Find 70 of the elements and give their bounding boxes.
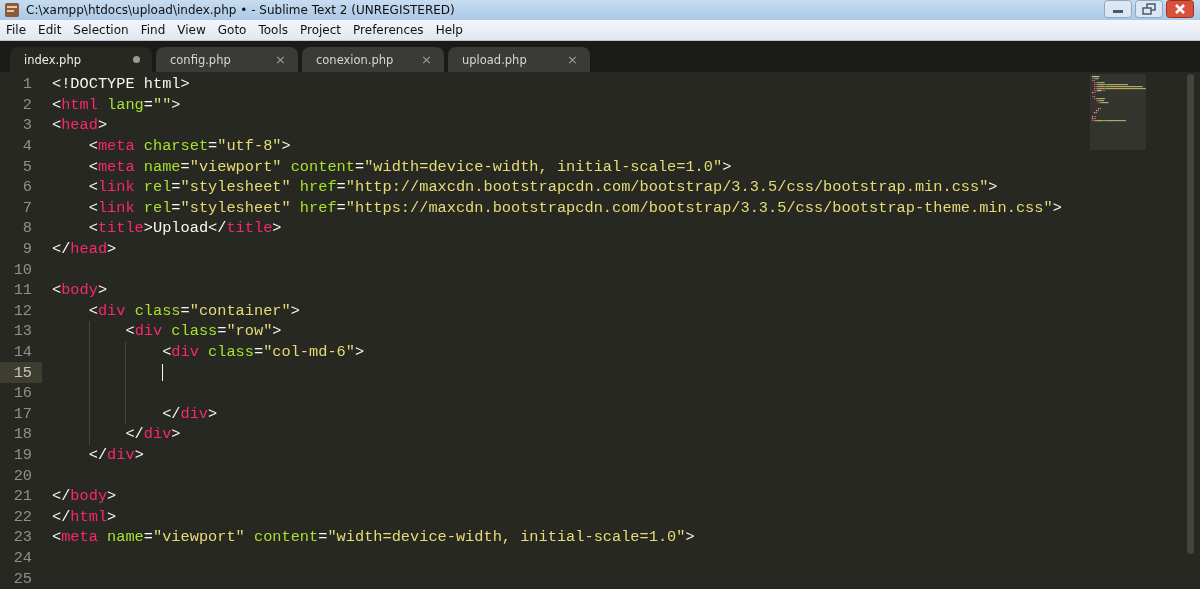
unsaved-dot-icon: [133, 56, 140, 63]
line-number: 1: [21, 74, 33, 95]
line-number: 14: [12, 342, 33, 363]
code-line: <meta name="viewport" content="width=device-width, initial-scale=1.0">: [87, 157, 732, 176]
menu-item[interactable]: File: [6, 23, 27, 37]
menu-item[interactable]: Preferences: [353, 23, 424, 37]
line-number: 2: [21, 94, 33, 116]
code-line: <link rel="stylesheet" href="https://maxcdn.bootstrapcdn.com/bootstrap/3.3.5/css/bootstrap-theme.min.css">: [87, 198, 1062, 217]
close-tab-button[interactable]: ×: [275, 52, 286, 67]
line-number: 22: [12, 506, 33, 528]
tab[interactable]: upload.php ×: [448, 47, 590, 72]
close-tab-button[interactable]: ×: [421, 52, 432, 67]
code-line: <meta charset="utf-8">: [87, 137, 291, 156]
menu-item[interactable]: View: [177, 23, 206, 37]
line-number: 15: [0, 362, 42, 383]
code-line: </div>: [124, 425, 181, 444]
scrollbar[interactable]: [1187, 74, 1194, 554]
line-number: 8: [21, 218, 33, 239]
code-line: <meta name="viewport" content="width=device-width, initial-scale=1.0">: [52, 528, 695, 547]
line-number: 19: [12, 445, 33, 466]
tab[interactable]: config.php ×: [156, 47, 298, 72]
restore-icon[interactable]: [1135, 0, 1163, 18]
code-line: <title>Upload</title>: [87, 219, 282, 238]
code-line: <div class="row">: [124, 322, 282, 341]
menu-item[interactable]: Selection: [73, 23, 129, 37]
line-number: 17: [12, 403, 33, 425]
line-number: 12: [12, 300, 33, 322]
code-line: <head>: [52, 116, 108, 135]
line-number: 11: [12, 280, 33, 301]
line-number: 10: [12, 259, 33, 280]
line-number: 4: [21, 136, 33, 157]
line-number: 23: [12, 527, 33, 548]
code-line: </div>: [87, 446, 144, 464]
menu-item[interactable]: Help: [435, 23, 463, 37]
minimize-icon[interactable]: [1104, 0, 1132, 18]
window-title: C:\xampp\htdocs\upload\index.php • - Sublime Text 2 (UNREGISTERED): [26, 3, 455, 17]
line-number: 5: [21, 156, 33, 177]
text-cursor: [162, 364, 164, 381]
line-number: 13: [12, 321, 33, 342]
menu-item[interactable]: Edit: [38, 23, 62, 37]
code-line: <html lang="">: [52, 95, 181, 114]
line-number: 16: [12, 383, 33, 404]
line-number: 6: [21, 177, 33, 198]
line-number: 20: [12, 465, 33, 486]
line-number: 3: [21, 115, 33, 136]
close-icon[interactable]: [1166, 0, 1194, 18]
code-line: <link rel="stylesheet" href="http://maxcdn.bootstrapcdn.com/bootstrap/3.3.5/css/bootstrap.min.css">: [87, 178, 998, 197]
close-tab-button[interactable]: ×: [567, 52, 578, 67]
code-line: <div class="col-md-6">: [161, 343, 365, 361]
code-line: </div>: [161, 404, 218, 423]
code-line: <!DOCTYPE html>: [52, 75, 190, 94]
code-line: <body>: [52, 281, 108, 300]
app-icon: [4, 2, 20, 18]
menu-item[interactable]: Project: [300, 23, 342, 37]
line-number: 21: [12, 486, 33, 507]
line-number: 9: [21, 239, 33, 260]
code-line: </html>: [52, 507, 117, 526]
tab[interactable]: index.php: [10, 47, 152, 72]
code-line: <div class="container">: [87, 301, 300, 320]
code-line: </head>: [52, 240, 117, 259]
line-number: 25: [12, 568, 33, 589]
code-line: </body>: [52, 487, 117, 506]
line-number: 24: [12, 547, 33, 569]
menu-item[interactable]: Tools: [258, 23, 288, 37]
menu-item[interactable]: Find: [140, 23, 166, 37]
tab[interactable]: conexion.php ×: [302, 47, 444, 72]
menu-item[interactable]: Goto: [217, 23, 247, 37]
line-number: 7: [21, 197, 33, 219]
line-number: 18: [12, 424, 33, 445]
minimap[interactable]: [1090, 74, 1146, 150]
